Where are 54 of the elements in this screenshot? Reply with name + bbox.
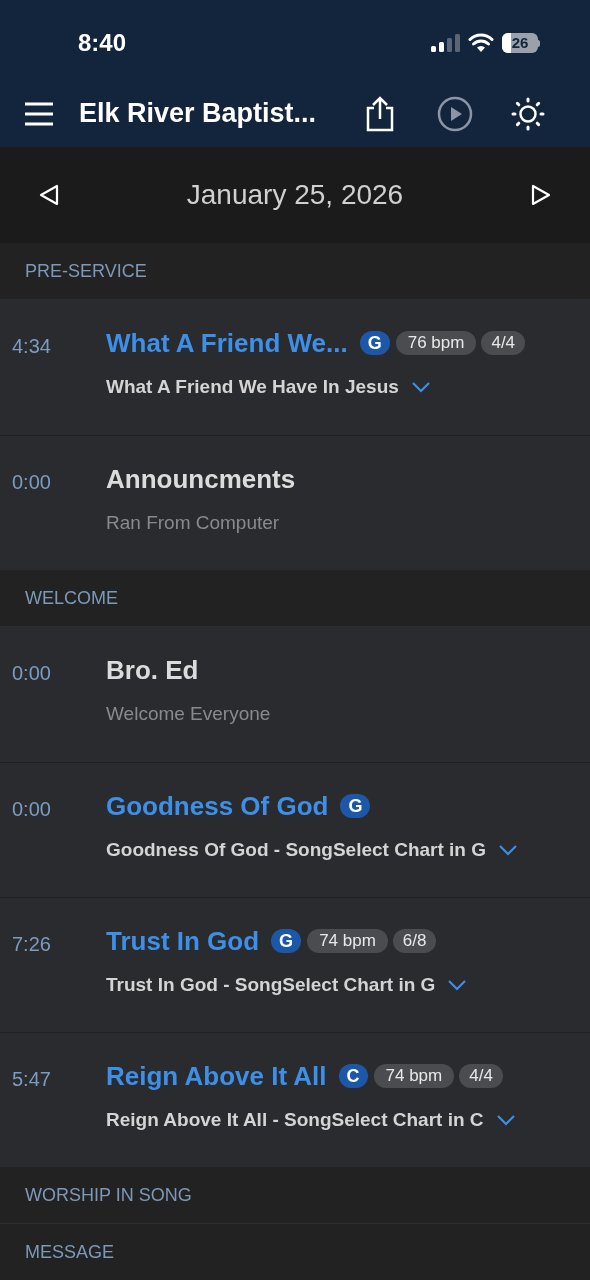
chevron-down-icon[interactable] <box>447 979 468 992</box>
item-title: Announcments <box>106 462 296 496</box>
arrangement-label: Reign Above It All - SongSelect Chart in C <box>106 1108 484 1132</box>
key-badge: C <box>338 1064 368 1088</box>
tempo-badge: 74 bpm <box>307 929 388 953</box>
list-row[interactable]: 0:00 Bro. Ed Welcome Everyone <box>0 627 590 762</box>
item-title: Bro. Ed <box>106 653 199 687</box>
chevron-down-icon[interactable] <box>495 1114 516 1127</box>
app-title: Elk River Baptist... <box>79 97 318 131</box>
share-icon[interactable] <box>365 95 395 132</box>
item-time: 7:26 <box>11 932 52 957</box>
song-title[interactable]: What A Friend We... <box>106 323 348 363</box>
list-row[interactable]: 7:26 Trust In God G 74 bpm 6/8 Trust In God - SongSelect Chart in G <box>0 897 590 1032</box>
key-badge: G <box>359 331 390 355</box>
brightness-icon[interactable] <box>511 96 545 131</box>
wifi-icon <box>468 33 494 53</box>
song-title[interactable]: Goodness Of God <box>106 786 329 826</box>
tempo-badge: 76 bpm <box>395 331 477 355</box>
arrangement-label: Goodness Of God - SongSelect Chart in G <box>106 838 487 862</box>
song-title[interactable]: Reign Above It All <box>106 1056 327 1096</box>
signal-icon <box>430 33 460 53</box>
item-description: Welcome Everyone <box>106 702 271 726</box>
date-label: January 25, 2026 <box>186 178 404 212</box>
item-time: 5:47 <box>11 1067 52 1092</box>
meter-badge: 4/4 <box>459 1064 503 1088</box>
menu-icon[interactable] <box>24 101 54 126</box>
item-description: Ran From Computer <box>106 511 280 535</box>
list-row[interactable]: 5:47 Reign Above It All C 74 bpm 4/4 Reign Above It All - SongSelect Chart in C <box>0 1032 590 1167</box>
section-header: PRE-SERVICE <box>25 259 147 283</box>
key-badge: G <box>340 794 371 818</box>
section-header: MESSAGE <box>25 1240 115 1264</box>
list-row[interactable]: 0:00 Announcments Ran From Computer <box>0 435 590 570</box>
key-badge: G <box>271 929 302 953</box>
next-icon[interactable] <box>530 184 552 206</box>
chevron-down-icon[interactable] <box>498 844 519 857</box>
chevron-down-icon[interactable] <box>410 381 431 394</box>
section-header: WORSHIP IN SONG <box>25 1183 192 1207</box>
section-header: WELCOME <box>25 586 118 610</box>
meter-badge: 4/4 <box>481 331 526 355</box>
arrangement-label: Trust In God - SongSelect Chart in G <box>106 973 436 997</box>
item-time: 0:00 <box>11 470 52 495</box>
clock-time: 8:40 <box>78 28 127 58</box>
meter-badge: 6/8 <box>392 929 437 953</box>
item-time: 4:34 <box>11 334 52 359</box>
arrangement-label: What A Friend We Have In Jesus <box>106 375 399 399</box>
item-time: 0:00 <box>11 797 52 822</box>
battery-icon: 26 <box>502 33 540 53</box>
play-icon[interactable] <box>437 95 473 132</box>
song-title[interactable]: Trust In God <box>106 921 260 961</box>
list-row[interactable]: 4:34 What A Friend We... G 76 bpm 4/4 What A Friend We Have In Jesus <box>0 300 590 435</box>
tempo-badge: 74 bpm <box>373 1064 455 1088</box>
list-row[interactable]: 0:00 Goodness Of God G Goodness Of God - SongSelect Chart in G <box>0 762 590 897</box>
previous-icon[interactable] <box>38 184 60 206</box>
item-time: 0:00 <box>11 661 52 686</box>
